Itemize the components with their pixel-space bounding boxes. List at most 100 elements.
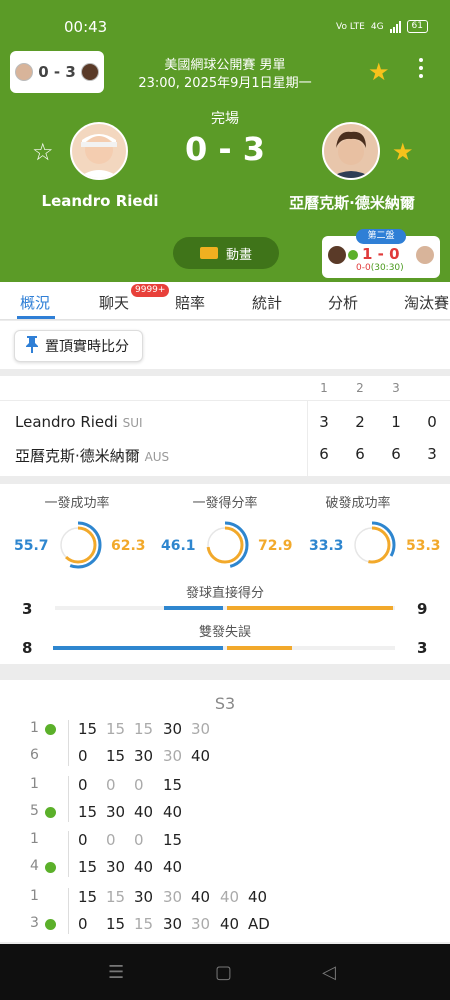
more-menu-icon[interactable]	[414, 58, 428, 78]
point-score: 15	[134, 720, 154, 738]
row1-game: 0	[427, 413, 437, 431]
tab-analysis[interactable]: 分析	[328, 292, 358, 313]
pin-live-score-button[interactable]: 置頂實時比分	[14, 330, 143, 362]
status-time: 00:43	[64, 18, 108, 36]
row1-country: SUI	[122, 416, 143, 430]
back-icon[interactable]: ◁	[322, 962, 336, 983]
group-divider	[68, 831, 69, 877]
active-tab-indicator	[17, 316, 55, 319]
set-subscore: 0-0(30:30)	[356, 263, 404, 273]
score-table: 1 2 3 Leandro Riedi SUI 3 2 1 0 亞曆克斯·德米納…	[0, 376, 450, 476]
point-score: 30	[163, 888, 183, 906]
tab-bar: 概況 聊天 賠率 統計 分析 淘汰賽	[0, 282, 450, 320]
player2-mini-avatar	[80, 63, 99, 81]
point-score: 15	[106, 915, 126, 933]
group-divider	[68, 888, 69, 934]
point-score: 0	[106, 776, 116, 794]
point-score: 15	[134, 915, 154, 933]
favorite-star-icon[interactable]: ★	[368, 58, 390, 86]
status-icons: Vo LTE 4G 61	[336, 20, 428, 33]
set-title: S3	[214, 694, 236, 713]
point-score: 15	[78, 720, 98, 738]
point-score: 15	[78, 803, 98, 821]
tab-chat[interactable]: 聊天	[99, 292, 129, 313]
player1-mini-avatar	[15, 63, 34, 81]
point-score: 40	[134, 803, 154, 821]
donut-left-arc	[54, 521, 102, 569]
point-score: 30	[163, 747, 183, 765]
point-score: 15	[78, 858, 98, 876]
match-header: 00:43 Vo LTE 4G 61 0 - 3 美國網球公開賽 男單 23:0…	[0, 0, 450, 282]
stat-label-first-serve-points: 一發得分率	[192, 496, 258, 511]
player1-avatar[interactable]	[70, 122, 128, 180]
battery-icon: 61	[406, 20, 428, 33]
first-serve-points-donut	[201, 521, 249, 569]
double-faults-right-fill	[227, 646, 292, 650]
point-score: 30	[163, 720, 183, 738]
point-score: 30	[134, 747, 154, 765]
match-status: 完場	[211, 111, 239, 127]
follow-player2-star-icon[interactable]: ★	[392, 138, 414, 166]
point-score: 15	[163, 831, 183, 849]
server-check-icon	[45, 919, 56, 930]
row2-country: AUS	[144, 450, 170, 464]
current-set-card[interactable]: 第二盤 1 - 0 0-0(30:30)	[322, 229, 440, 278]
stat-label-first-serve: 一發成功率	[44, 496, 110, 511]
match-datetime: 23:00, 2025年9月1日星期一	[138, 76, 312, 91]
aces-left: 3	[22, 600, 33, 618]
server-check-icon	[45, 807, 56, 818]
donut-left-arc	[348, 521, 396, 569]
server-check-icon	[45, 862, 56, 873]
match-score: 0 - 3	[184, 130, 266, 168]
pin-icon	[25, 335, 39, 357]
break-points-left: 33.3	[309, 538, 344, 554]
point-score: 40	[163, 858, 183, 876]
row2-player: 亞曆克斯·德米納爾 AUS	[15, 447, 170, 465]
group-divider	[68, 720, 69, 766]
point-score: 30	[191, 915, 211, 933]
point-score: 40	[248, 888, 268, 906]
tab-overview[interactable]: 概況	[20, 292, 50, 313]
tab-stats[interactable]: 統計	[252, 292, 282, 313]
point-score: 15	[106, 747, 126, 765]
game-score-player2: 5	[30, 803, 39, 819]
first-serve-right: 62.3	[111, 538, 146, 554]
player2-avatar[interactable]	[322, 122, 380, 180]
point-score: 30	[106, 858, 126, 876]
point-score: 0	[134, 831, 144, 849]
player2-name[interactable]: 亞曆克斯·德米納爾	[272, 192, 432, 213]
competition-title: 美國網球公開賽 男單	[164, 58, 286, 73]
animation-label: 動畫	[225, 247, 252, 263]
game-points: (30:30)	[370, 263, 404, 273]
pin-bar: 置頂實時比分	[0, 321, 450, 369]
point-score: 30	[163, 915, 183, 933]
point-score: 15	[78, 888, 98, 906]
row1-set3: 1	[391, 413, 401, 431]
aces-left-fill	[163, 606, 223, 610]
point-score: 30	[134, 888, 154, 906]
table-divider	[0, 400, 450, 401]
point-score: 0	[78, 915, 88, 933]
point-score: 40	[191, 888, 211, 906]
player1-name[interactable]: Leandro Riedi	[20, 192, 180, 210]
animation-icon	[199, 247, 218, 259]
network-type: 4G	[370, 21, 384, 32]
double-faults-bar	[53, 646, 395, 650]
point-score: 40	[191, 747, 211, 765]
follow-player1-star-icon[interactable]: ☆	[32, 138, 54, 166]
recent-apps-icon[interactable]: ☰	[108, 962, 124, 983]
first-serve-points-right: 72.9	[258, 538, 293, 554]
set-score: 1 - 0	[362, 245, 400, 263]
tab-knockout[interactable]: 淘汰賽	[404, 292, 449, 313]
point-score: 0	[78, 747, 88, 765]
break-points-donut	[348, 521, 396, 569]
home-icon[interactable]: ▢	[215, 962, 232, 983]
first-serve-left: 55.7	[14, 538, 49, 554]
animation-button[interactable]: 動畫	[173, 237, 279, 269]
game-score-player2: 3	[30, 915, 39, 931]
tab-odds[interactable]: 賠率	[175, 292, 205, 313]
mini-score-card[interactable]: 0 - 3	[10, 51, 104, 93]
row1-set1: 3	[319, 413, 329, 431]
double-faults-left-fill	[53, 646, 223, 650]
point-score: 0	[78, 776, 88, 794]
